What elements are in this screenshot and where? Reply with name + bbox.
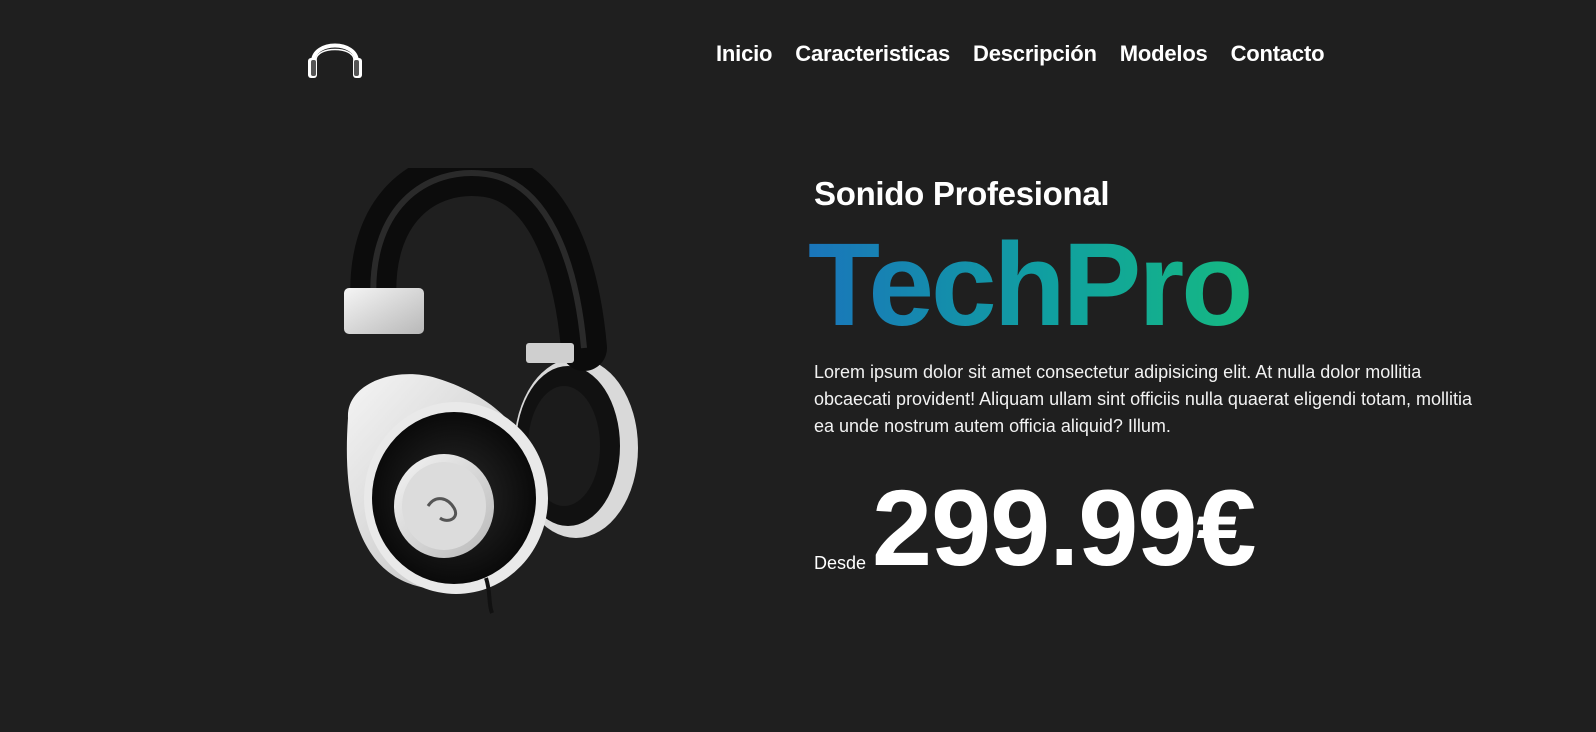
price-block: Desde 299.99€ xyxy=(814,467,1256,588)
hero-description: Lorem ipsum dolor sit amet consectetur a… xyxy=(814,362,1473,436)
price-value: 299.99€ xyxy=(872,467,1256,588)
headphones-product-image xyxy=(336,150,646,628)
brand-title: TechPro xyxy=(808,219,1253,351)
main-nav: Inicio Caracteristicas Descripción Model… xyxy=(716,40,1325,68)
hero-subtitle: Sonido Profesional xyxy=(814,175,1110,212)
nav-modelos[interactable]: Modelos xyxy=(1120,40,1208,68)
price-prefix: Desde xyxy=(814,553,867,573)
page: Inicio Caracteristicas Descripción Model… xyxy=(0,0,1596,732)
nav-caracteristicas[interactable]: Caracteristicas xyxy=(795,40,950,68)
nav-descripcion[interactable]: Descripción xyxy=(973,40,1097,68)
nav-contacto[interactable]: Contacto xyxy=(1231,40,1325,68)
headphones-logo-icon[interactable] xyxy=(305,26,365,82)
nav-inicio[interactable]: Inicio xyxy=(716,40,772,68)
